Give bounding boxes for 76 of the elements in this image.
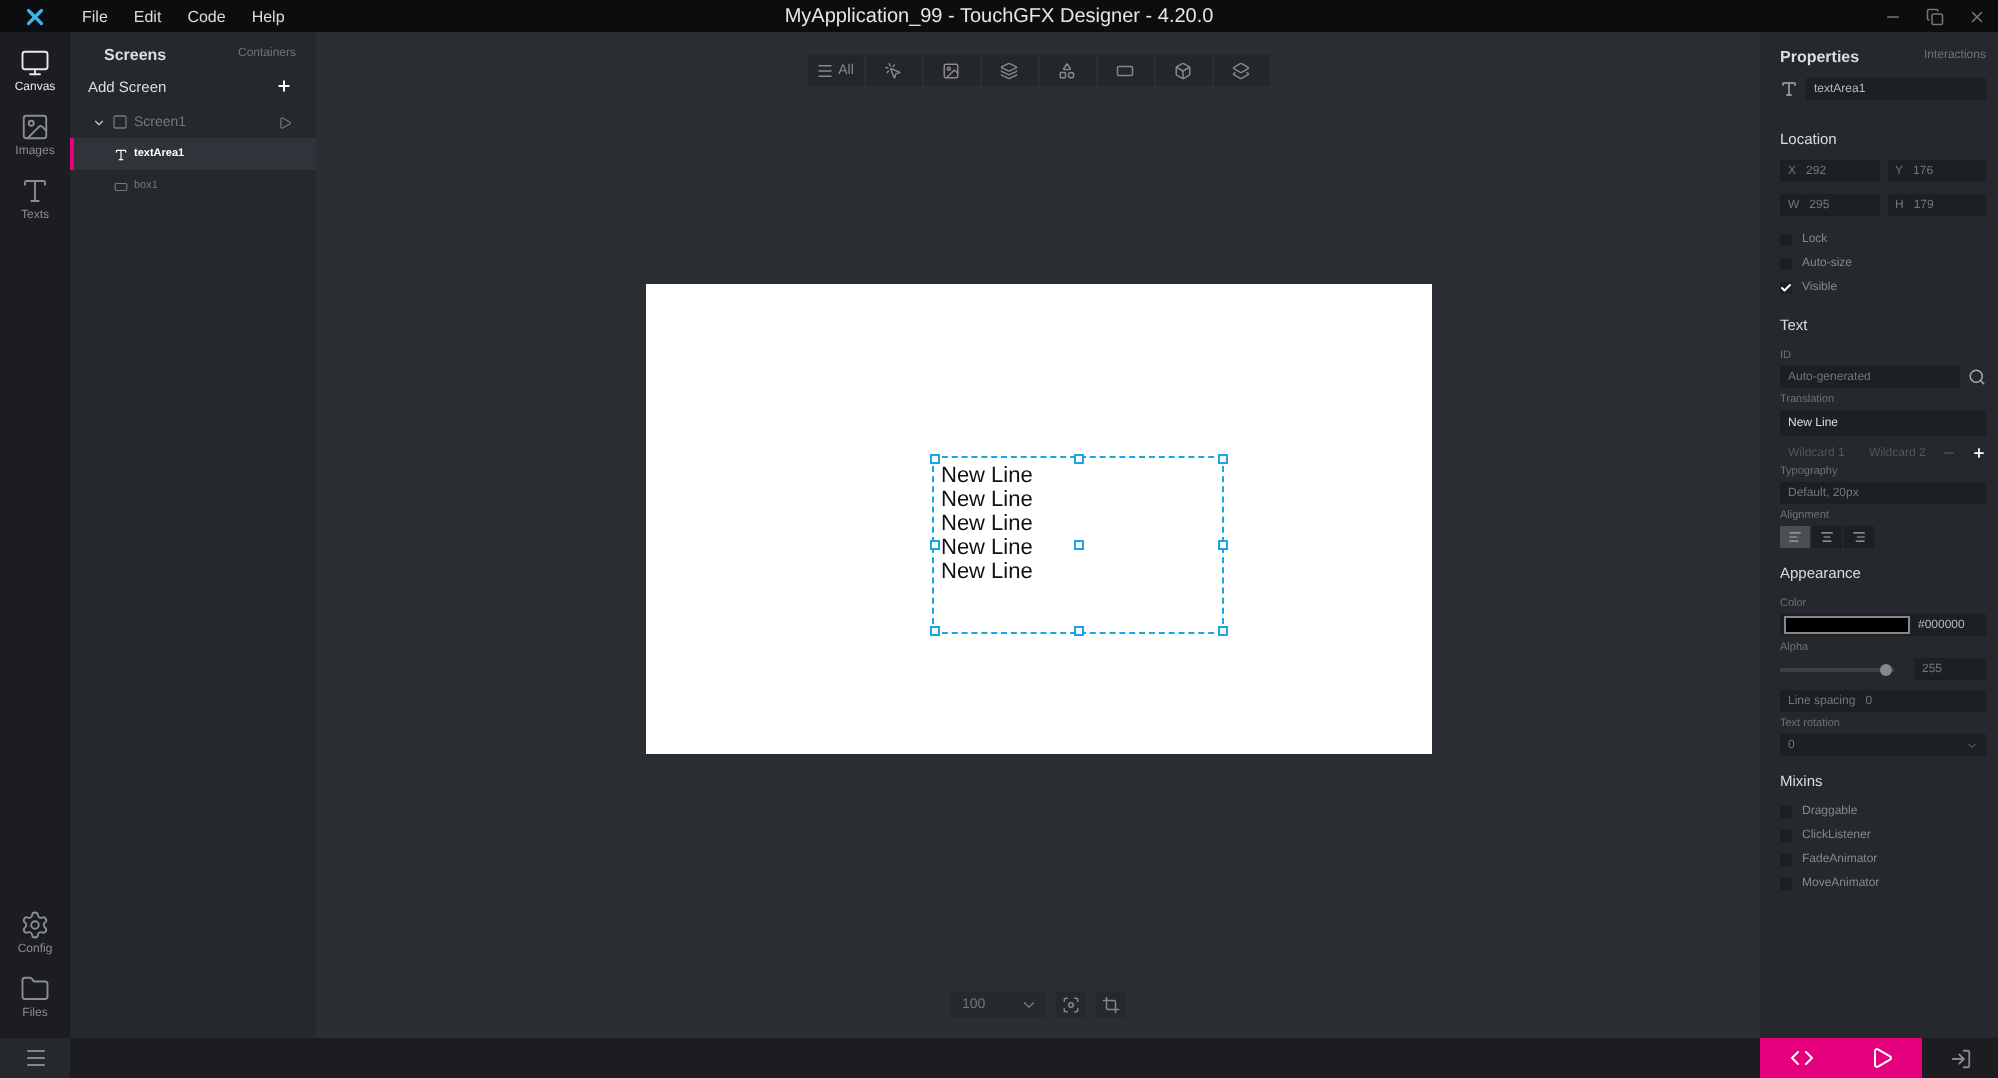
layers-icon [1000,61,1018,79]
image-icon [942,61,960,79]
add-icon[interactable] [1971,446,1986,460]
rectangle-icon [114,179,128,193]
canvas-text: New Line [941,464,1033,488]
resize-handle[interactable] [929,626,939,636]
square-icon [112,114,128,130]
resize-handle[interactable] [1217,626,1227,636]
menu-icon [23,1046,47,1070]
focus-icon [1062,996,1080,1014]
filter-button[interactable] [923,54,979,86]
alignment-button[interactable] [1844,526,1874,548]
app-logo [22,3,48,29]
align-icon [1820,530,1834,544]
window-title: MyApplication_99 - TouchGFX Designer - 4.20.0 [784,5,1214,27]
filter-button[interactable] [865,54,921,86]
color-swatch[interactable] [1784,616,1910,634]
pointer-click-icon [884,61,902,79]
close-icon[interactable] [1968,7,1986,25]
play-icon[interactable] [278,115,292,129]
panel-tab[interactable]: Screens [104,45,167,63]
align-icon [1852,530,1866,544]
crop-icon [1102,996,1120,1014]
cube-icon [1174,61,1192,79]
text-icon [114,147,128,161]
text-area-selection[interactable]: New Line New Line New Line New Line New Line [931,456,1223,634]
filter-button[interactable] [1155,54,1211,86]
chevron-icon[interactable] [92,115,106,129]
canvas-text: New Line [941,536,1033,560]
filter-button[interactable] [1213,54,1269,86]
menu-item[interactable]: Code [187,7,226,25]
resize-handle[interactable] [1073,540,1083,550]
menu-button[interactable] [0,1038,70,1078]
code-icon [1789,1046,1813,1070]
chevron-icon [1966,739,1978,751]
chevron-icon [1020,996,1038,1014]
menu-item[interactable]: Edit [133,7,162,25]
resize-handle[interactable] [1073,626,1083,636]
resize-handle[interactable] [1073,454,1083,464]
layers-icon [1232,61,1250,79]
menu-icon [816,61,835,79]
rectangle-icon [1116,61,1134,79]
filter-button[interactable] [1097,54,1153,86]
align-icon [1788,530,1802,544]
alignment-button[interactable] [1780,526,1810,548]
alignment-button[interactable] [1812,526,1842,548]
fit-button[interactable] [1056,992,1086,1018]
run-button[interactable] [1842,1038,1922,1078]
resize-handle[interactable] [1217,540,1227,550]
menu-item[interactable]: File [82,7,108,25]
play-icon [1870,1046,1894,1070]
text-icon [20,176,50,206]
image-icon [20,112,50,142]
crop-button[interactable] [1096,992,1126,1018]
menu-item[interactable]: Help [251,7,285,25]
canvas-text: New Line [941,488,1033,512]
folder-icon [20,974,50,1004]
filter-button[interactable] [981,54,1037,86]
checkbox[interactable] [1780,282,1792,294]
shapes-icon [1058,61,1076,79]
add-icon[interactable] [276,78,292,94]
restore-icon[interactable] [1926,7,1944,25]
resize-handle[interactable] [929,540,939,550]
slider-thumb[interactable] [1880,663,1892,675]
filter-button[interactable] [1039,54,1095,86]
settings-icon [20,910,50,940]
resize-handle[interactable] [1217,454,1227,464]
canvas-text: New Line [941,512,1033,536]
generate-code-button[interactable] [1760,1038,1842,1078]
login-arrow-icon [1949,1047,1971,1069]
monitor-icon [20,48,50,78]
text-icon [1780,80,1798,98]
search-icon[interactable] [1968,368,1986,386]
canvas-text: New Line [941,560,1033,584]
resize-handle[interactable] [929,454,939,464]
panel-tab[interactable]: Properties [1780,47,1860,65]
